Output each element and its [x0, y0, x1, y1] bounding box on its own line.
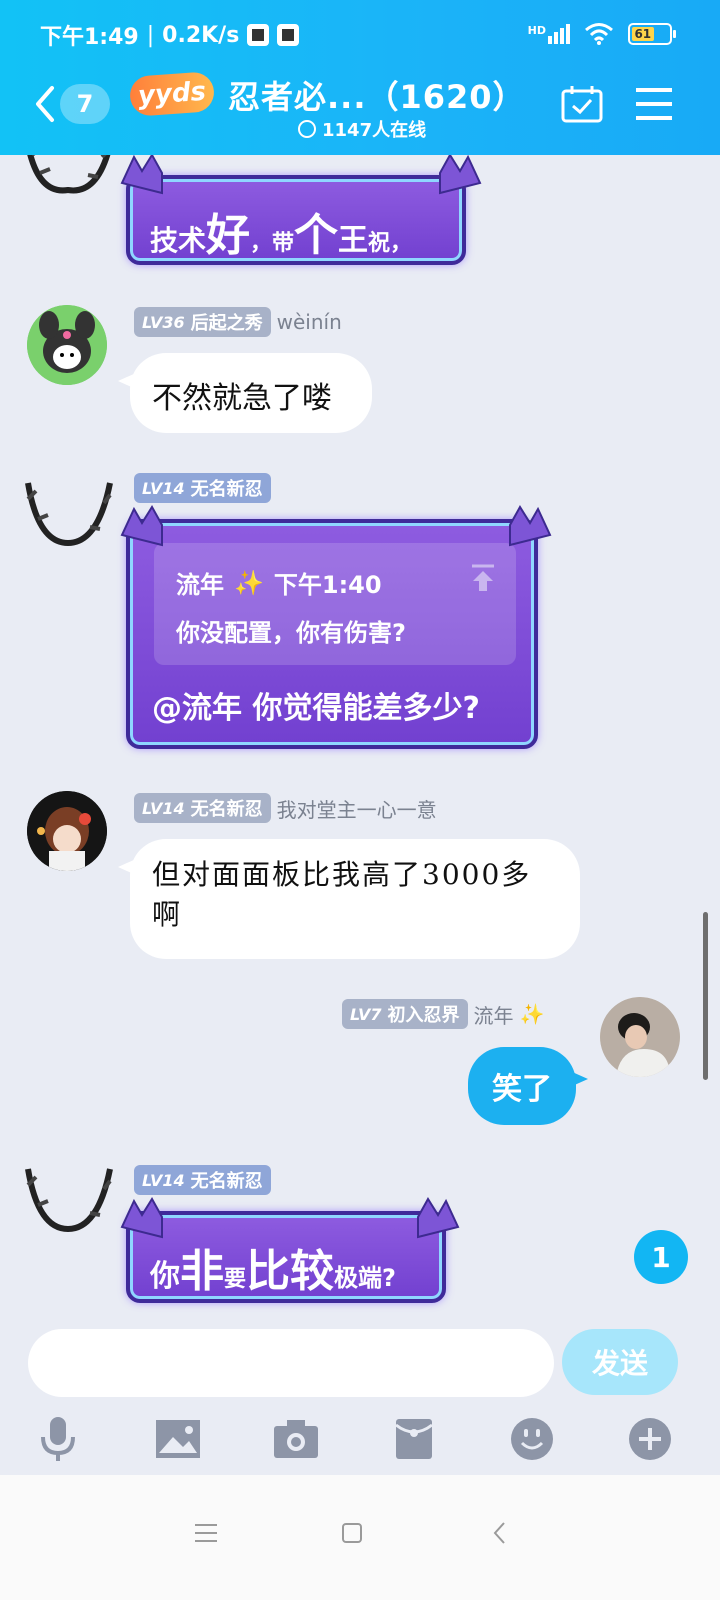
- input-toolbar: [0, 1413, 720, 1469]
- red-packet-icon[interactable]: [388, 1413, 440, 1465]
- menu-icon[interactable]: [632, 84, 676, 124]
- message-input[interactable]: [28, 1329, 554, 1397]
- sender-nickname[interactable]: wèinín: [277, 310, 342, 334]
- kuromi-avatar-icon: [27, 305, 107, 385]
- message-bubble[interactable]: 技术 好 ，带 个 王 祝，: [126, 175, 466, 265]
- avatar-frame-wreath: [27, 155, 111, 194]
- wifi-icon: [585, 23, 613, 45]
- status-time: 下午1:49: [40, 25, 139, 50]
- online-icon: [298, 120, 316, 138]
- sender-info: LV14 无名新忍 我对堂主一心一意: [134, 793, 437, 823]
- quote-text: 你没配置，你有伤害?: [176, 619, 406, 647]
- self-avatar[interactable]: [600, 997, 680, 1077]
- qr-notification-icon-2: [277, 24, 300, 46]
- bat-wing-decoration: [120, 155, 163, 195]
- message-text: 你 非 要 比较 极端?: [150, 1246, 396, 1297]
- new-message-badge[interactable]: 1: [634, 1230, 688, 1284]
- bat-wing-decoration: [417, 1197, 460, 1239]
- unread-chats-badge[interactable]: 7: [60, 84, 110, 124]
- system-back-icon[interactable]: [480, 1513, 520, 1553]
- anime-girl-avatar-icon: [27, 791, 107, 871]
- avatar-frame-wreath: [25, 482, 113, 547]
- plus-icon[interactable]: [624, 1413, 676, 1465]
- send-button[interactable]: 发送: [562, 1329, 678, 1395]
- home-icon[interactable]: [332, 1513, 372, 1553]
- online-label: 1147人在线: [322, 120, 427, 141]
- camera-icon[interactable]: [270, 1413, 322, 1465]
- sender-info: LV36 后起之秀 wèinín: [134, 307, 342, 337]
- sender-nickname[interactable]: 我对堂主一心一意: [277, 794, 437, 823]
- jump-to-top-icon[interactable]: [468, 563, 498, 593]
- image-icon[interactable]: [152, 1413, 204, 1465]
- back-icon[interactable]: [28, 82, 62, 126]
- level-badge: LV14 无名新忍: [134, 473, 271, 503]
- sender-info: LV14 无名新忍: [134, 1165, 271, 1195]
- quoted-message[interactable]: 流年 ✨ 下午1:40 你没配置，你有伤害?: [154, 543, 516, 665]
- sender-nickname[interactable]: 流年: [474, 1000, 514, 1029]
- message-bubble[interactable]: 流年 ✨ 下午1:40 你没配置，你有伤害? @流年 你觉得能差多少?: [126, 519, 538, 749]
- battery-icon: 61: [628, 23, 676, 45]
- bat-wing-decoration: [120, 1197, 163, 1239]
- level-badge: LV14 无名新忍: [134, 793, 271, 823]
- avatar[interactable]: [27, 305, 107, 385]
- microphone-icon[interactable]: [32, 1413, 84, 1465]
- bat-wing-decoration: [439, 155, 482, 195]
- quote-author: 流年: [176, 571, 224, 599]
- message-text: 但对面面板比我高了3000多 啊: [152, 858, 532, 931]
- message-bubble[interactable]: 你 非 要 比较 极端?: [126, 1211, 446, 1303]
- bat-wing-decoration: [509, 505, 552, 547]
- message-bubble[interactable]: 但对面面板比我高了3000多 啊: [118, 839, 580, 959]
- avatar[interactable]: [27, 791, 107, 871]
- network-speed: 0.2K/s: [162, 22, 240, 48]
- qr-notification-icon: [247, 24, 270, 46]
- recent-apps-icon[interactable]: [186, 1513, 226, 1553]
- system-navigation-bar: [0, 1475, 720, 1600]
- level-badge: LV14 无名新忍: [134, 1165, 271, 1195]
- message-text: 不然就急了喽: [152, 381, 332, 416]
- scrollbar[interactable]: [703, 912, 708, 1080]
- bat-wing-decoration: [120, 505, 163, 547]
- network-type: HD: [527, 24, 546, 37]
- message-text: @流年 你觉得能差多少?: [152, 691, 480, 726]
- message-text: 技术 好 ，带 个 王 祝，: [150, 210, 413, 261]
- quote-time: 下午1:40: [273, 571, 382, 599]
- calendar-check-icon[interactable]: [560, 84, 604, 124]
- level-badge: LV7 初入忍界: [342, 999, 468, 1029]
- message-text: 笑了: [492, 1072, 552, 1107]
- input-bar: 发送: [0, 1325, 720, 1475]
- sender-info: LV14 无名新忍: [134, 473, 271, 503]
- message-bubble-self[interactable]: 笑了: [468, 1047, 588, 1125]
- sparkle-icon: ✨: [234, 568, 264, 597]
- chat-header: 下午1:49 | 0.2K/s HD 61 7 yyds 忍者必...（1620…: [0, 0, 720, 155]
- message-list[interactable]: 技术 好 ，带 个 王 祝， LV36 后起之秀 wèinín 不然就急了喽 L…: [0, 155, 720, 1325]
- emoji-icon[interactable]: [506, 1413, 558, 1465]
- online-count[interactable]: 1147人在线: [298, 116, 426, 142]
- signal-icon: HD: [528, 24, 570, 44]
- sparkle-icon: ✨: [519, 1002, 545, 1026]
- level-badge: LV36 后起之秀: [134, 307, 271, 337]
- message-bubble[interactable]: 不然就急了喽: [118, 353, 372, 433]
- battery-level: 61: [632, 27, 654, 41]
- group-badge: yyds: [128, 71, 216, 117]
- status-bar-right: HD 61: [528, 22, 676, 46]
- user-photo-avatar-icon: [600, 997, 680, 1077]
- avatar-frame-wreath: [25, 1168, 113, 1233]
- sender-info: LV7 初入忍界 流年 ✨: [342, 999, 544, 1029]
- status-bar-left: 下午1:49 | 0.2K/s: [40, 20, 300, 50]
- group-title[interactable]: 忍者必...（1620）: [228, 72, 526, 118]
